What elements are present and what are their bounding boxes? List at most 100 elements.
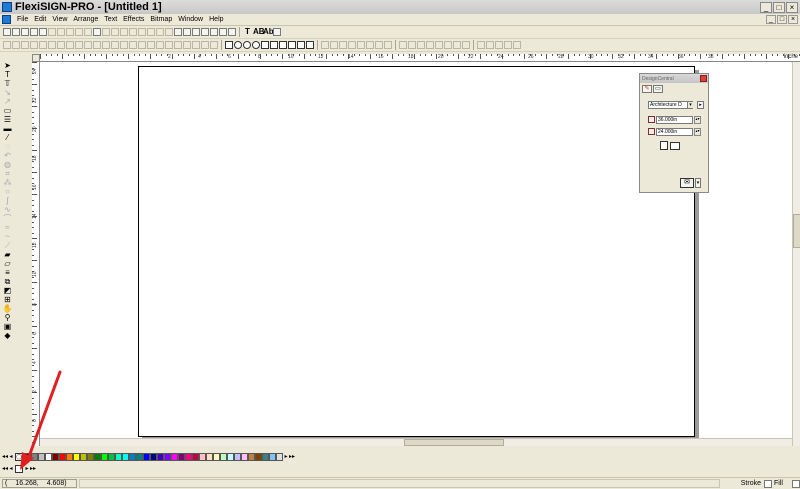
menu-text[interactable]: Text xyxy=(101,14,120,26)
color-swatch[interactable] xyxy=(52,452,59,461)
stroke-color-swatch[interactable] xyxy=(764,479,772,488)
chevron-down-icon[interactable]: ▾ xyxy=(695,178,701,188)
close-button[interactable]: × xyxy=(786,1,798,13)
origin-icon[interactable] xyxy=(513,41,521,49)
color-swatch[interactable] xyxy=(269,452,276,461)
unlock-icon[interactable] xyxy=(192,41,200,49)
node-add-icon[interactable] xyxy=(330,41,338,49)
color-swatch[interactable] xyxy=(108,452,115,461)
spiral-tool-icon[interactable] xyxy=(279,41,287,49)
color-swatch[interactable] xyxy=(157,452,164,461)
knife-icon[interactable]: ⟋ xyxy=(3,242,12,250)
outline-tool-icon[interactable]: ▱ xyxy=(3,260,12,268)
color-swatch[interactable] xyxy=(192,452,199,461)
rounded-rect-tool-icon[interactable] xyxy=(288,41,296,49)
document-restore-button[interactable]: □ xyxy=(777,15,787,24)
contour-icon[interactable] xyxy=(156,41,164,49)
snap-icon[interactable] xyxy=(504,41,512,49)
spline-icon[interactable]: ≈ xyxy=(3,224,12,232)
color-swatch[interactable] xyxy=(66,452,73,461)
horizontal-ruler[interactable]: 2 4 6 8 10 12 14 16 18 20 22 24 26 28 30 32 34 36 38 xyxy=(40,54,800,62)
measure-icon[interactable] xyxy=(477,41,485,49)
layers-panel-icon[interactable]: ☰ xyxy=(3,116,12,124)
zoom-icon[interactable] xyxy=(219,28,227,36)
text-italic-icon[interactable] xyxy=(462,41,470,49)
node-edit-icon[interactable]: ↘ xyxy=(3,89,12,97)
effects-icon[interactable]: ⁂ xyxy=(3,179,12,187)
lock-icon[interactable] xyxy=(183,41,191,49)
node-corner-icon[interactable] xyxy=(375,41,383,49)
vertical-scrollbar[interactable] xyxy=(792,62,800,446)
tab-page-size[interactable]: ▭ xyxy=(653,85,663,93)
color-swatch[interactable] xyxy=(199,452,206,461)
bitmap-tool-icon[interactable]: ▣ xyxy=(3,323,12,331)
select-arrow-icon[interactable]: ➤ xyxy=(3,62,12,70)
circle-tool-icon[interactable] xyxy=(243,41,251,49)
frame-tool-icon[interactable] xyxy=(297,41,305,49)
save-icon[interactable] xyxy=(21,28,29,36)
color-swatch[interactable] xyxy=(248,452,255,461)
document-minimize-button[interactable]: _ xyxy=(766,15,776,24)
width-spinner[interactable]: ▴▾ xyxy=(694,115,701,124)
fill-icon[interactable]: ▰ xyxy=(3,251,12,259)
save-as-icon[interactable] xyxy=(30,28,38,36)
align-top-icon[interactable] xyxy=(30,41,38,49)
text-outline-icon[interactable]: 𝕋 xyxy=(3,80,12,88)
export-icon[interactable] xyxy=(111,28,119,36)
freehand-icon[interactable]: ~ xyxy=(3,233,12,241)
dimension-icon[interactable] xyxy=(486,41,494,49)
vertical-scroll-thumb[interactable] xyxy=(793,214,800,248)
hand-pan-icon[interactable]: ✋ xyxy=(3,305,13,313)
color-swatch[interactable] xyxy=(276,452,283,461)
design-central-icon[interactable] xyxy=(192,28,200,36)
palette-prev-icon[interactable]: ◂ xyxy=(8,453,14,461)
color-swatch[interactable] xyxy=(213,452,220,461)
outline-icon[interactable] xyxy=(138,41,146,49)
color-tool-icon[interactable]: ▬ xyxy=(3,125,12,133)
import-icon[interactable] xyxy=(102,28,110,36)
shadow-tool-icon[interactable]: ◩ xyxy=(3,287,12,295)
color-swatch[interactable] xyxy=(178,452,185,461)
color-swatch[interactable] xyxy=(234,452,241,461)
trim-icon[interactable] xyxy=(165,28,173,36)
weld-icon[interactable] xyxy=(156,28,164,36)
color-swatch[interactable] xyxy=(129,452,136,461)
warp-icon[interactable]: ◍ xyxy=(3,161,12,169)
color-swatch[interactable] xyxy=(24,452,31,461)
text-justify-icon[interactable] xyxy=(426,41,434,49)
bring-front-icon[interactable] xyxy=(75,41,83,49)
node-smooth-icon[interactable] xyxy=(366,41,374,49)
ellipse-tool-icon[interactable] xyxy=(234,41,242,49)
preview-icon[interactable] xyxy=(228,28,236,36)
color-swatch[interactable] xyxy=(220,452,227,461)
menu-edit[interactable]: Edit xyxy=(31,14,49,26)
palette-last-icon[interactable]: ▸▸ xyxy=(289,453,295,461)
color-swatch[interactable] xyxy=(94,452,101,461)
space-vertical-icon[interactable] xyxy=(66,41,74,49)
color-picker-icon[interactable]: ◆ xyxy=(3,332,12,340)
space-horizontal-icon[interactable] xyxy=(57,41,65,49)
distort-icon[interactable] xyxy=(129,41,137,49)
break-apart-icon[interactable] xyxy=(147,28,155,36)
color-swatch[interactable] xyxy=(80,452,87,461)
color-swatch[interactable] xyxy=(101,452,108,461)
color-swatch[interactable] xyxy=(241,452,248,461)
color-swatch[interactable] xyxy=(255,452,262,461)
blend-tool-icon[interactable]: ≡ xyxy=(3,269,12,277)
connector-icon[interactable]: ∿ xyxy=(3,206,12,214)
design-central-close-button[interactable] xyxy=(700,75,707,82)
color-swatch[interactable] xyxy=(38,452,45,461)
magnifier-icon[interactable]: ⚲ xyxy=(3,314,12,322)
color-swatch[interactable] xyxy=(31,452,38,461)
star-tool-icon[interactable] xyxy=(261,41,269,49)
no-color-swatch[interactable]: ◯ xyxy=(15,452,23,461)
menu-help[interactable]: Help xyxy=(206,14,226,26)
open-folder-icon[interactable] xyxy=(12,28,20,36)
document-close-button[interactable]: × xyxy=(788,15,798,24)
mirror-icon[interactable] xyxy=(120,41,128,49)
shadow-icon[interactable] xyxy=(147,41,155,49)
grid-icon[interactable] xyxy=(183,28,191,36)
ruler-origin[interactable] xyxy=(32,54,40,62)
text-block-icon[interactable] xyxy=(273,28,281,36)
forward-one-icon[interactable] xyxy=(93,41,101,49)
